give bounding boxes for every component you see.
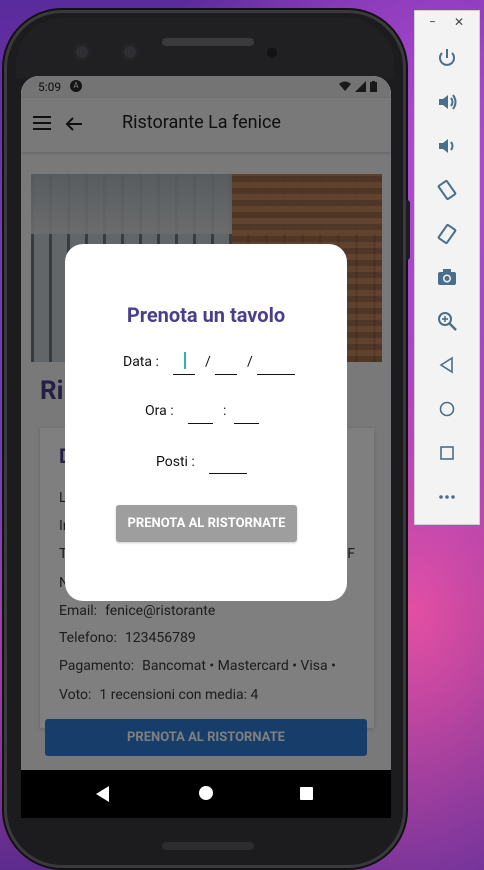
- date-separator: /: [247, 354, 253, 370]
- rotate-right-icon[interactable]: [435, 222, 459, 246]
- hour-field[interactable]: [188, 423, 213, 424]
- home-icon[interactable]: [435, 397, 459, 421]
- date-label: Data :: [123, 354, 159, 370]
- booking-dialog: Prenota un tavolo Data : / / Ora : : Pos…: [65, 244, 347, 601]
- time-separator: :: [223, 403, 227, 419]
- nav-recents-icon[interactable]: [300, 787, 313, 800]
- proximity-sensor: [267, 48, 277, 58]
- toolbar-window-controls: − ✕: [415, 15, 479, 33]
- close-button[interactable]: ✕: [454, 15, 464, 29]
- date-separator: /: [205, 354, 211, 370]
- day-field[interactable]: [173, 374, 195, 375]
- dialog-title: Prenota un tavolo: [126, 303, 286, 327]
- front-camera-icon: [73, 43, 91, 61]
- rotate-left-icon[interactable]: [435, 178, 459, 202]
- year-field[interactable]: [257, 374, 295, 375]
- front-sensor-icon: [121, 43, 139, 61]
- bottom-speaker: [162, 842, 254, 850]
- emulator-toolbar: − ✕: [414, 10, 480, 525]
- volume-up-icon[interactable]: [435, 90, 459, 114]
- overview-icon[interactable]: [435, 441, 459, 465]
- nav-home-icon[interactable]: [199, 786, 213, 800]
- volume-down-icon[interactable]: [435, 134, 459, 158]
- camera-icon[interactable]: [435, 265, 459, 289]
- month-field[interactable]: [215, 374, 237, 375]
- earpiece-speaker: [162, 38, 254, 46]
- seats-label: Posti :: [156, 454, 195, 470]
- minute-field[interactable]: [234, 423, 259, 424]
- dialog-book-button[interactable]: PRENOTA AL RISTORNATE: [116, 505, 297, 542]
- more-icon[interactable]: [435, 485, 459, 509]
- back-icon[interactable]: [435, 353, 459, 377]
- zoom-icon[interactable]: [435, 309, 459, 333]
- seats-field[interactable]: [209, 473, 247, 474]
- side-button[interactable]: [406, 200, 410, 260]
- nav-back-icon[interactable]: [96, 786, 110, 802]
- minimize-button[interactable]: −: [429, 15, 436, 29]
- power-icon[interactable]: [435, 46, 459, 70]
- text-cursor: [184, 352, 186, 369]
- navigation-bar: [21, 770, 391, 818]
- time-label: Ora :: [145, 403, 174, 419]
